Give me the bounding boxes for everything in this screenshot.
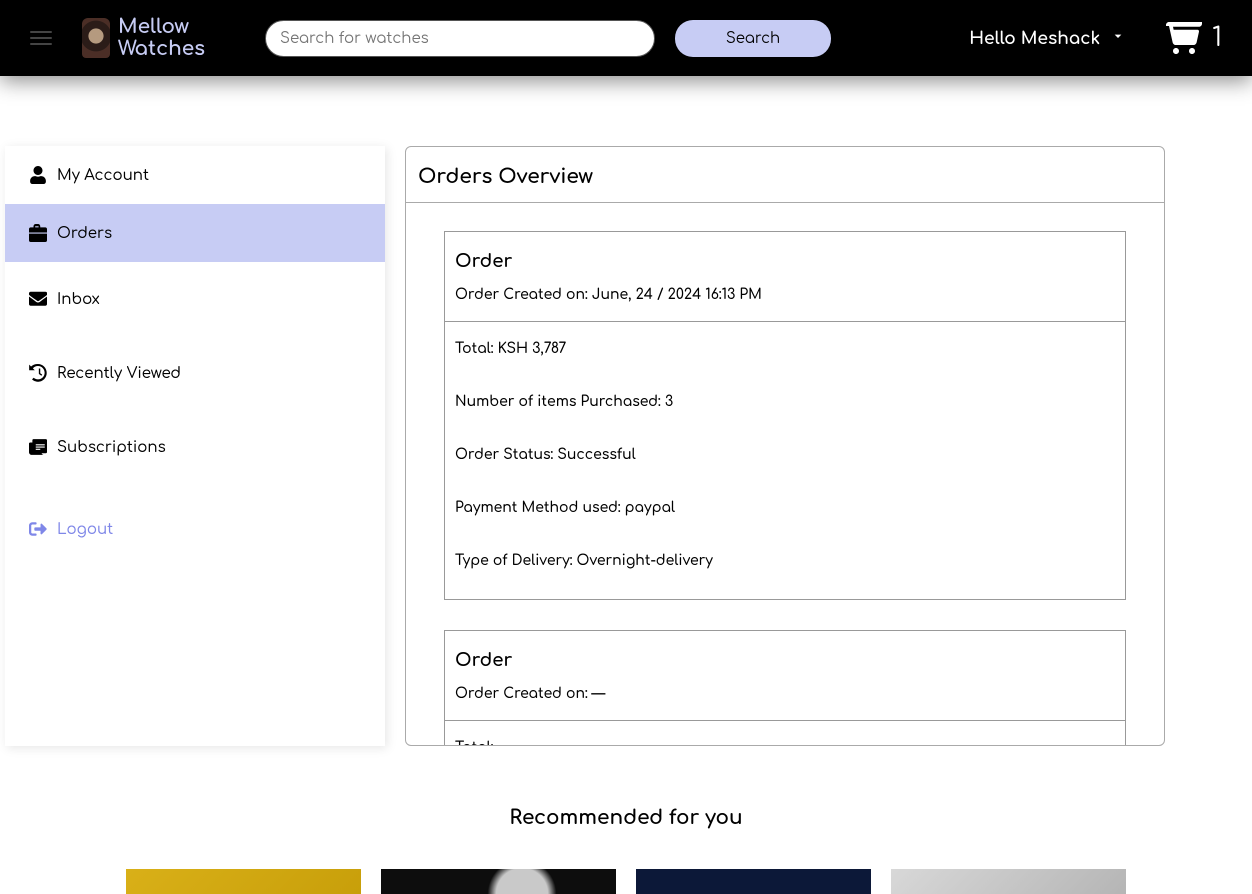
- search-button[interactable]: Search: [675, 20, 831, 57]
- order-card: Order Order Created on: — Total: — Numbe…: [444, 630, 1126, 745]
- sidebar-item-logout[interactable]: Logout: [5, 484, 385, 558]
- sidebar-item-label: My Account: [57, 167, 149, 184]
- sidebar-item-my-account[interactable]: My Account: [5, 146, 385, 204]
- briefcase-icon: [29, 224, 47, 242]
- recommended-section: Recommended for you: [0, 786, 1252, 894]
- order-payment: Payment Method used: paypal: [455, 501, 1115, 516]
- brand-name: Mellow Watches: [118, 16, 205, 60]
- sidebar-item-label: Logout: [57, 521, 113, 538]
- order-created: Order Created on: June, 24 / 2024 16:13 …: [455, 288, 1115, 303]
- header: Mellow Watches Search Hello Meshack 1: [0, 0, 1252, 76]
- order-details: Total: — Number of items Purchased: — Or…: [445, 721, 1125, 745]
- sidebar-item-recently-viewed[interactable]: Recently Viewed: [5, 336, 385, 410]
- sidebar-item-subscriptions[interactable]: Subscriptions: [5, 410, 385, 484]
- panel-title: Orders Overview: [406, 147, 1164, 203]
- recommended-card[interactable]: [126, 869, 361, 894]
- logout-icon: [29, 520, 47, 538]
- watch-logo-icon: [82, 18, 110, 58]
- recommended-card[interactable]: [381, 869, 616, 894]
- order-heading: Order: [455, 252, 1115, 272]
- order-card: Order Order Created on: June, 24 / 2024 …: [444, 231, 1126, 600]
- newspaper-icon: [29, 438, 47, 456]
- cart-button[interactable]: 1: [1166, 20, 1222, 56]
- user-icon: [29, 166, 47, 184]
- search-wrap: Search: [265, 20, 969, 57]
- hamburger-menu-icon[interactable]: [30, 31, 52, 45]
- orders-panel: Orders Overview Order Order Created on: …: [405, 146, 1165, 746]
- sidebar-item-orders[interactable]: Orders: [5, 204, 385, 262]
- order-created: Order Created on: —: [455, 687, 1115, 702]
- order-header: Order Order Created on: June, 24 / 2024 …: [445, 232, 1125, 322]
- recommended-card[interactable]: [636, 869, 871, 894]
- order-total: Total: KSH 3,787: [455, 342, 1115, 357]
- order-delivery: Type of Delivery: Overnight-delivery: [455, 554, 1115, 569]
- sidebar-item-label: Inbox: [57, 291, 100, 308]
- sidebar-item-label: Orders: [57, 225, 112, 242]
- logo[interactable]: Mellow Watches: [82, 16, 205, 60]
- orders-scroll-body[interactable]: Order Order Created on: June, 24 / 2024 …: [406, 203, 1164, 745]
- chevron-down-icon: [1110, 28, 1126, 48]
- order-heading: Order: [455, 651, 1115, 671]
- user-greeting: Hello Meshack: [969, 29, 1100, 48]
- recommended-row: [0, 869, 1252, 894]
- sidebar-item-label: Subscriptions: [57, 439, 166, 456]
- user-menu[interactable]: Hello Meshack: [969, 28, 1126, 48]
- recommended-title: Recommended for you: [0, 806, 1252, 829]
- sidebar-item-label: Recently Viewed: [57, 365, 181, 382]
- recommended-card[interactable]: [891, 869, 1126, 894]
- order-num-items: Number of items Purchased: 3: [455, 395, 1115, 410]
- envelope-icon: [29, 290, 47, 308]
- cart-count: 1: [1212, 24, 1222, 53]
- order-total: Total: —: [455, 741, 1115, 745]
- sidebar: My Account Orders Inbox Recently Viewed …: [5, 146, 385, 746]
- sidebar-item-inbox[interactable]: Inbox: [5, 262, 385, 336]
- content-area: My Account Orders Inbox Recently Viewed …: [0, 76, 1252, 786]
- order-header: Order Order Created on: —: [445, 631, 1125, 721]
- order-status: Order Status: Successful: [455, 448, 1115, 463]
- search-input[interactable]: [265, 20, 655, 57]
- brand-line1: Mellow: [118, 16, 205, 38]
- history-icon: [29, 364, 47, 382]
- cart-icon: [1166, 20, 1202, 56]
- brand-line2: Watches: [118, 38, 205, 60]
- order-details: Total: KSH 3,787 Number of items Purchas…: [445, 322, 1125, 599]
